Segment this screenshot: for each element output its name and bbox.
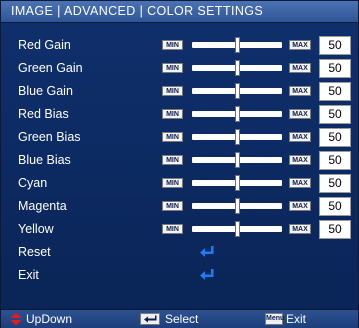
max-tag: MAX [289, 40, 311, 50]
value-box: 50 [319, 174, 351, 193]
setting-row-reset[interactable]: Reset [1, 241, 358, 264]
min-tag: MIN [162, 155, 183, 165]
slider-thumb[interactable] [235, 60, 240, 76]
min-tag: MIN [162, 40, 183, 50]
setting-label: Red Bias [18, 107, 69, 121]
footer-updown-label: UpDown [26, 312, 73, 326]
max-tag: MAX [289, 155, 311, 165]
setting-row-magenta[interactable]: Magenta MIN MAX 50 [1, 195, 358, 218]
min-tag: MIN [162, 178, 183, 188]
menu-key-icon: Menu [265, 313, 284, 325]
setting-row-exit[interactable]: Exit [1, 264, 358, 287]
min-tag: MIN [162, 201, 183, 211]
slider-track[interactable] [192, 106, 282, 122]
setting-label: Red Gain [18, 38, 71, 52]
setting-label: Exit [18, 268, 39, 282]
enter-arrow-icon[interactable] [199, 245, 215, 259]
min-tag: MIN [162, 63, 183, 73]
slider-track[interactable] [192, 129, 282, 145]
max-tag: MAX [289, 201, 311, 211]
max-tag: MAX [289, 178, 311, 188]
slider-thumb[interactable] [235, 129, 240, 145]
menu-footer: UpDown Select Menu Exit [1, 309, 358, 328]
slider-thumb[interactable] [235, 198, 240, 214]
footer-select: Select [140, 312, 220, 326]
value-box: 50 [319, 197, 351, 216]
slider-track[interactable] [192, 198, 282, 214]
value-box: 50 [319, 82, 351, 101]
max-tag: MAX [289, 63, 311, 73]
osd-menu-panel: IMAGE | ADVANCED | COLOR SETTINGS Red Ga… [0, 0, 359, 328]
max-tag: MAX [289, 109, 311, 119]
up-down-arrows-icon [10, 312, 22, 326]
slider-thumb[interactable] [235, 175, 240, 191]
setting-label: Blue Bias [18, 153, 71, 167]
slider-track[interactable] [192, 152, 282, 168]
footer-select-label: Select [165, 312, 199, 326]
min-tag: MIN [162, 109, 183, 119]
slider-thumb[interactable] [235, 152, 240, 168]
value-box: 50 [319, 105, 351, 124]
min-tag: MIN [162, 132, 183, 142]
value-box: 50 [319, 220, 351, 239]
value-box: 50 [319, 59, 351, 78]
value-box: 50 [319, 36, 351, 55]
setting-row-green-bias[interactable]: Green Bias MIN MAX 50 [1, 126, 358, 149]
enter-key-icon [140, 313, 160, 325]
slider-track[interactable] [192, 221, 282, 237]
setting-row-green-gain[interactable]: Green Gain MIN MAX 50 [1, 57, 358, 80]
min-tag: MIN [162, 86, 183, 96]
min-tag: MIN [162, 224, 183, 234]
setting-row-yellow[interactable]: Yellow MIN MAX 50 [1, 218, 358, 241]
slider-thumb[interactable] [235, 221, 240, 237]
setting-row-cyan[interactable]: Cyan MIN MAX 50 [1, 172, 358, 195]
value-box: 50 [319, 151, 351, 170]
setting-label: Cyan [18, 176, 48, 190]
setting-label: Magenta [18, 199, 67, 213]
slider-track[interactable] [192, 175, 282, 191]
slider-track[interactable] [192, 37, 282, 53]
slider-thumb[interactable] [235, 83, 240, 99]
max-tag: MAX [289, 224, 311, 234]
max-tag: MAX [289, 86, 311, 96]
setting-label: Green Gain [18, 61, 83, 75]
footer-exit-label: Exit [286, 312, 307, 326]
setting-label: Reset [18, 245, 51, 259]
setting-row-red-gain[interactable]: Red Gain MIN MAX 50 [1, 34, 358, 57]
setting-row-red-bias[interactable]: Red Bias MIN MAX 50 [1, 103, 358, 126]
setting-row-blue-gain[interactable]: Blue Gain MIN MAX 50 [1, 80, 358, 103]
slider-thumb[interactable] [235, 37, 240, 53]
slider-track[interactable] [192, 83, 282, 99]
value-box: 50 [319, 128, 351, 147]
setting-label: Yellow [18, 222, 54, 236]
max-tag: MAX [289, 132, 311, 142]
enter-arrow-icon[interactable] [199, 268, 215, 282]
footer-updown: UpDown [9, 312, 99, 326]
slider-thumb[interactable] [235, 106, 240, 122]
setting-label: Green Bias [18, 130, 81, 144]
footer-exit: Menu Exit [265, 312, 345, 326]
setting-row-blue-bias[interactable]: Blue Bias MIN MAX 50 [1, 149, 358, 172]
setting-label: Blue Gain [18, 84, 73, 98]
slider-track[interactable] [192, 60, 282, 76]
menu-header: IMAGE | ADVANCED | COLOR SETTINGS [1, 1, 358, 23]
breadcrumb-title: IMAGE | ADVANCED | COLOR SETTINGS [11, 4, 264, 18]
